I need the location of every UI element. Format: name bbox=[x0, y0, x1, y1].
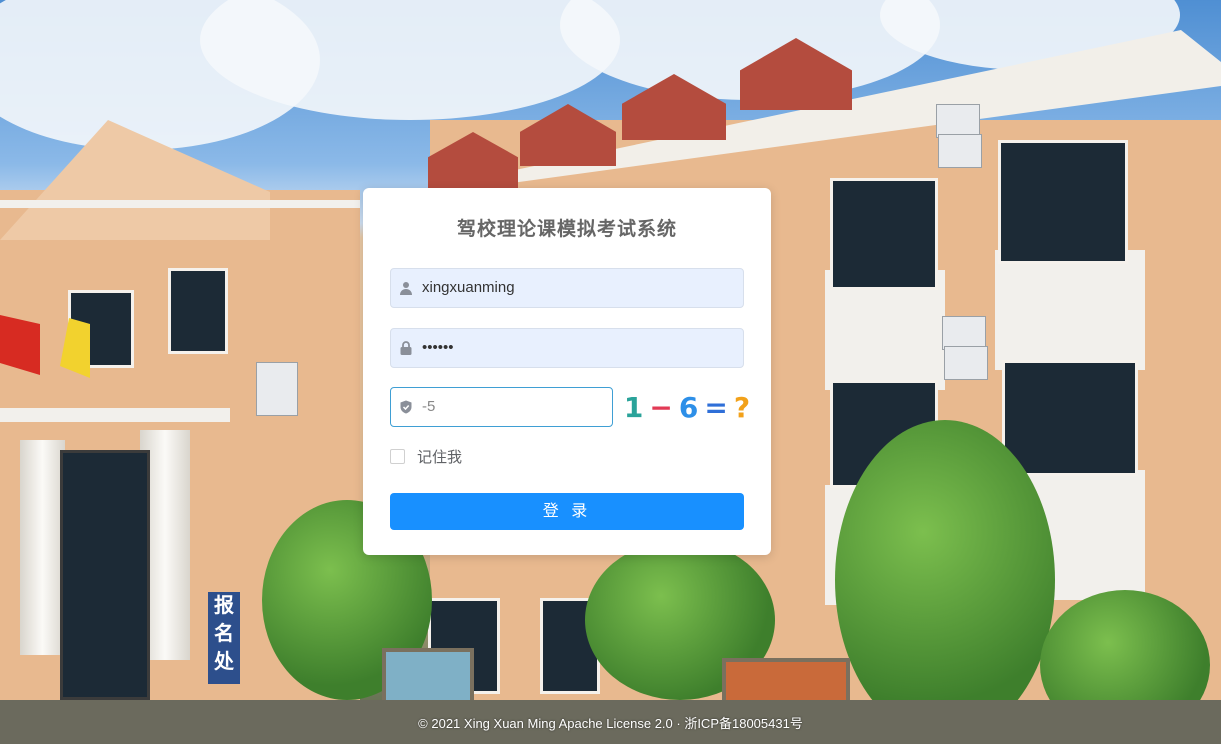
password-field[interactable]: •••••• bbox=[390, 328, 744, 368]
user-icon bbox=[400, 282, 412, 295]
footer-copyright: © 2021 Xing Xuan Ming Apache License 2.0… bbox=[418, 716, 803, 731]
registration-sign: 报名处 bbox=[208, 592, 240, 684]
captcha-value: -5 bbox=[422, 398, 436, 415]
captcha-equals: = bbox=[704, 390, 728, 424]
captcha-digit-1: 1 bbox=[623, 390, 644, 424]
login-button[interactable]: 登 录 bbox=[390, 493, 744, 530]
captcha-image[interactable]: 1 − 6 = ? bbox=[624, 387, 750, 427]
lock-icon bbox=[400, 341, 412, 355]
captcha-question: ? bbox=[733, 390, 751, 424]
login-card: 驾校理论课模拟考试系统 xingxuanming •••••• -5 1 − 6… bbox=[363, 188, 771, 555]
shield-icon bbox=[400, 400, 412, 414]
captcha-digit-2: 6 bbox=[678, 390, 699, 424]
remember-checkbox[interactable] bbox=[390, 448, 405, 464]
captcha-operator: − bbox=[649, 390, 673, 424]
username-value: xingxuanming bbox=[422, 279, 515, 296]
remember-me[interactable]: 记住我 bbox=[390, 446, 462, 466]
username-field[interactable]: xingxuanming bbox=[390, 268, 744, 308]
remember-label: 记住我 bbox=[417, 448, 463, 466]
login-title: 驾校理论课模拟考试系统 bbox=[456, 219, 677, 240]
captcha-input[interactable]: -5 bbox=[390, 387, 613, 427]
password-value: •••••• bbox=[422, 339, 454, 356]
